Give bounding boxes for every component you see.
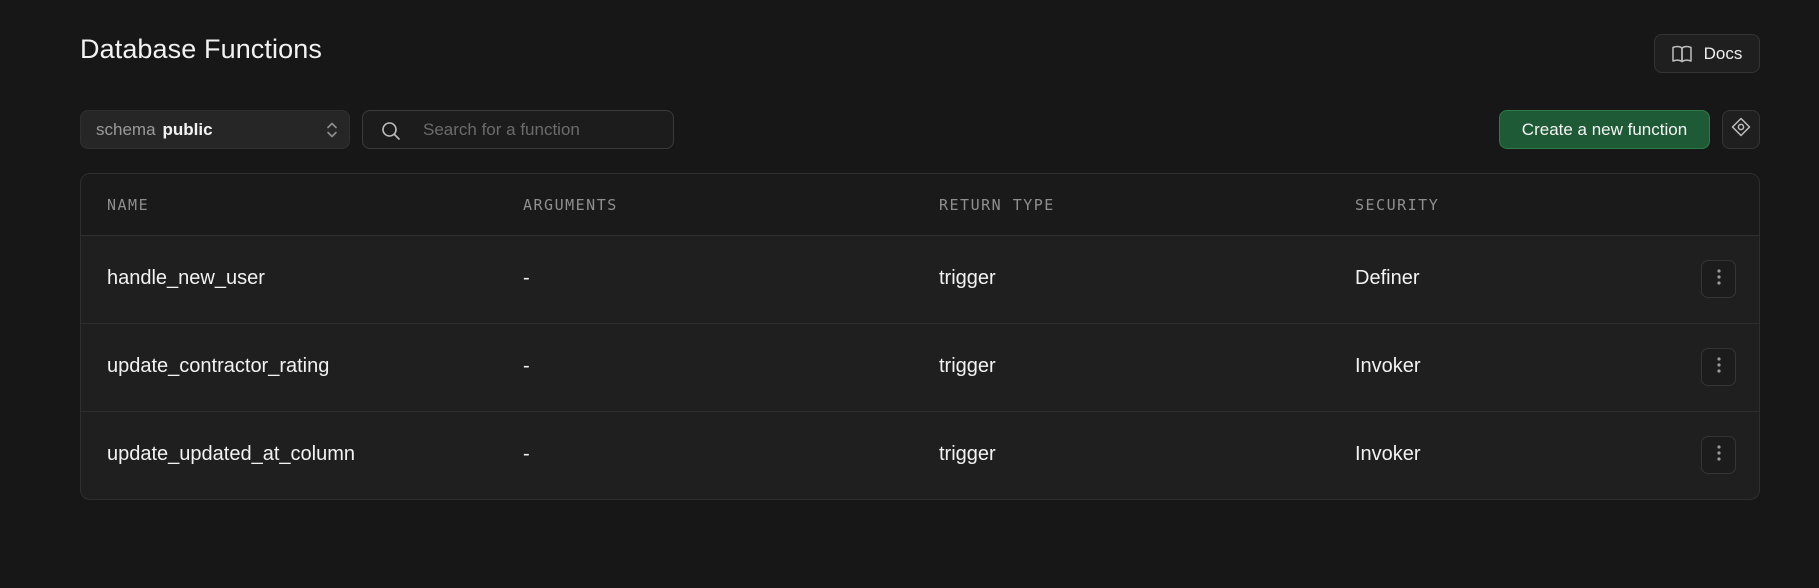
table-row[interactable]: handle_new_user - trigger Definer (81, 236, 1759, 324)
table-row[interactable]: update_contractor_rating - trigger Invok… (81, 324, 1759, 412)
function-name: update_updated_at_column (107, 443, 355, 465)
function-arguments: - (523, 267, 530, 289)
column-header-return-type: RETURN TYPE (939, 196, 1055, 214)
docs-button[interactable]: Docs (1654, 34, 1760, 73)
book-open-icon (1671, 45, 1692, 63)
schema-select-label: schema (96, 119, 156, 139)
table-header: NAME ARGUMENTS RETURN TYPE SECURITY (81, 174, 1759, 236)
column-header-security: SECURITY (1355, 196, 1440, 214)
search-box[interactable] (362, 110, 674, 149)
function-security: Invoker (1355, 443, 1421, 465)
function-security: Definer (1355, 267, 1420, 289)
chevron-up-down-icon (325, 121, 339, 144)
function-return-type: trigger (939, 355, 996, 377)
function-arguments: - (523, 355, 530, 377)
schema-select[interactable]: schema public (80, 110, 350, 149)
ai-assistant-icon (1731, 117, 1751, 142)
create-function-button[interactable]: Create a new function (1499, 110, 1710, 149)
function-return-type: trigger (939, 443, 996, 465)
page-title: Database Functions (80, 34, 322, 64)
more-vertical-icon (1716, 444, 1721, 466)
function-name: update_contractor_rating (107, 355, 330, 377)
functions-table: NAME ARGUMENTS RETURN TYPE SECURITY hand… (80, 173, 1760, 500)
database-functions-page: Database Functions Docs schema public Se… (0, 0, 1819, 588)
column-header-name: NAME (107, 196, 150, 214)
schema-select-value: public (162, 119, 213, 139)
column-header-arguments: ARGUMENTS (523, 196, 618, 214)
search-icon (381, 121, 401, 146)
ai-assistant-button[interactable] (1722, 110, 1760, 149)
function-arguments: - (523, 443, 530, 465)
table-row[interactable]: update_updated_at_column - trigger Invok… (81, 412, 1759, 499)
row-menu-button[interactable] (1701, 348, 1736, 386)
function-name: handle_new_user (107, 267, 265, 289)
more-vertical-icon (1716, 356, 1721, 378)
search-input[interactable] (423, 111, 663, 148)
row-menu-button[interactable] (1701, 436, 1736, 474)
function-security: Invoker (1355, 355, 1421, 377)
row-menu-button[interactable] (1701, 260, 1736, 298)
more-vertical-icon (1716, 268, 1721, 290)
docs-button-label: Docs (1703, 43, 1743, 63)
function-return-type: trigger (939, 267, 996, 289)
